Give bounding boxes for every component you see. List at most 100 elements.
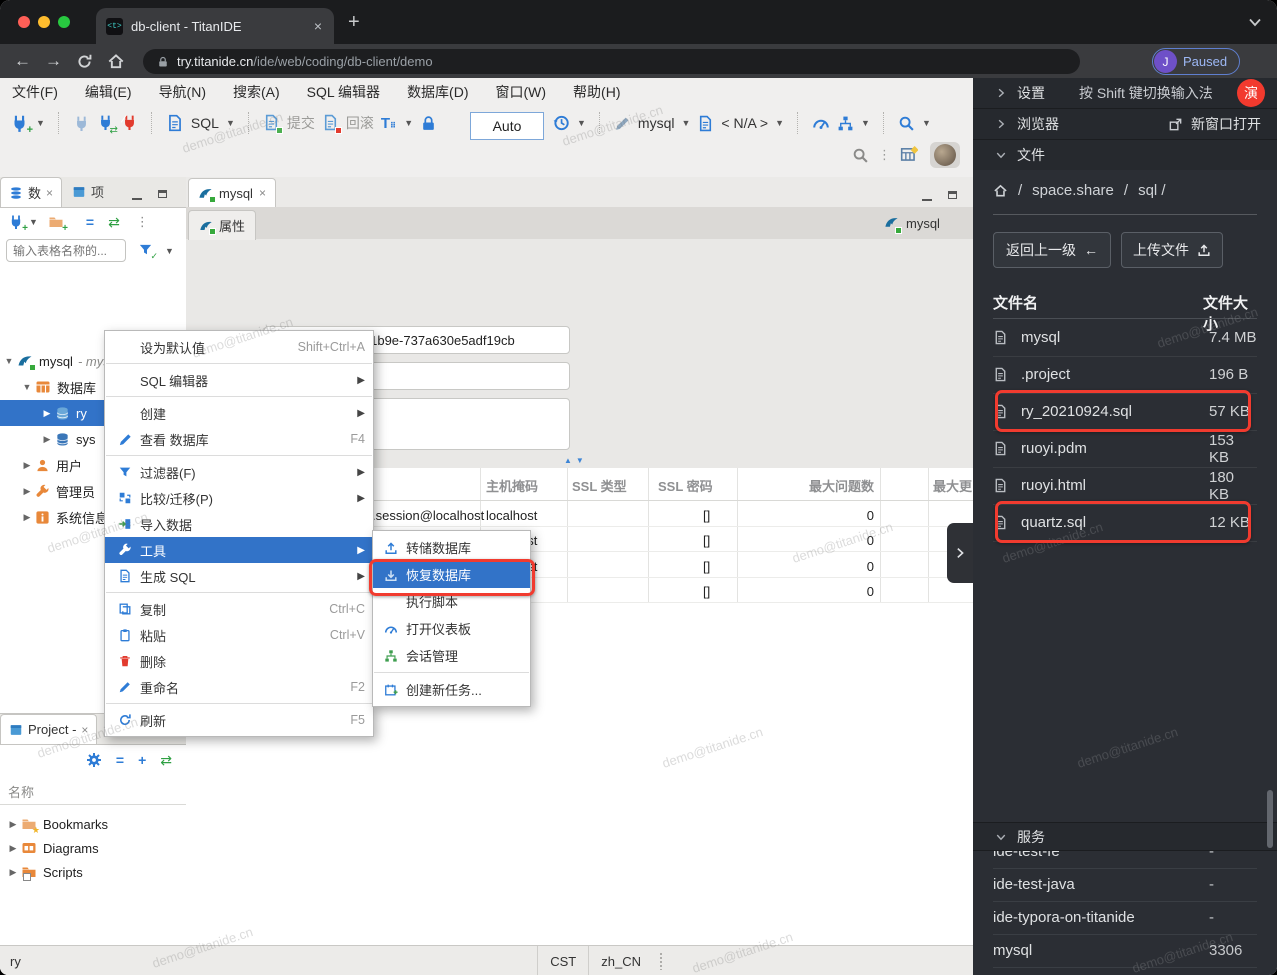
project-node-bookmarks[interactable]: ▶ ★ Bookmarks bbox=[0, 811, 186, 837]
file-row-ruoyi-html[interactable]: ruoyi.html 180 KB bbox=[993, 467, 1257, 505]
menu-edit[interactable]: 编辑(E) bbox=[85, 82, 132, 102]
rollback-button[interactable]: 回滚 bbox=[346, 113, 374, 133]
new-connection-icon[interactable]: + bbox=[10, 114, 33, 136]
file-row-mysql[interactable]: mysql 7.4 MB bbox=[993, 319, 1257, 357]
minimize-panel-icon[interactable] bbox=[132, 187, 142, 205]
quick-search-icon[interactable] bbox=[852, 147, 869, 164]
search-dropdown-icon[interactable]: ▼ bbox=[922, 118, 931, 128]
new-script-icon[interactable] bbox=[263, 114, 283, 134]
file-row-project[interactable]: .project 196 B bbox=[993, 356, 1257, 394]
menu-sql-editor[interactable]: SQL 编辑器 bbox=[307, 82, 380, 102]
transaction-log-icon[interactable] bbox=[552, 114, 570, 132]
tab-close-icon[interactable]: × bbox=[81, 723, 88, 737]
menu-navigate[interactable]: 导航(N) bbox=[159, 82, 206, 102]
menu-item-refresh[interactable]: 刷新 F5 bbox=[105, 707, 373, 733]
browser-row[interactable]: 浏览器 新窗口打开 bbox=[973, 109, 1277, 140]
browser-tab[interactable]: <t> db-client - TitanIDE × bbox=[96, 8, 334, 44]
files-section-row[interactable]: 文件 bbox=[973, 140, 1277, 170]
filter-dropdown-icon[interactable]: ▼ bbox=[165, 246, 174, 256]
cell-maxq[interactable]: 0 bbox=[790, 508, 874, 523]
dashboard-icon[interactable] bbox=[812, 114, 830, 132]
sql-dropdown-icon[interactable]: ▼ bbox=[226, 118, 235, 128]
crumb-sql[interactable]: sql / bbox=[1138, 182, 1166, 199]
file-row-quartz-sql[interactable]: quartz.sql 12 KB bbox=[993, 504, 1257, 542]
traffic-light-minimize[interactable] bbox=[38, 16, 50, 28]
transaction-mode-icon[interactable]: T⠿ bbox=[381, 115, 397, 132]
sql-script-icon[interactable] bbox=[166, 114, 184, 132]
cell-ssl[interactable]: [] bbox=[703, 508, 710, 523]
maximize-editor-icon[interactable] bbox=[948, 186, 957, 204]
home-icon[interactable] bbox=[993, 183, 1008, 198]
file-row-ry-sql[interactable]: ry_20210924.sql 57 KB bbox=[993, 393, 1257, 431]
menu-item-tools[interactable]: 工具 ▶ bbox=[105, 537, 373, 563]
subtab-properties[interactable]: 属性 bbox=[188, 210, 257, 240]
cell-ssl[interactable]: [] bbox=[703, 559, 710, 574]
submenu-item-dump-database[interactable]: 转储数据库 bbox=[373, 534, 530, 561]
menu-item-paste[interactable]: 粘贴 Ctrl+V bbox=[105, 622, 373, 648]
commit-button[interactable]: 提交 bbox=[287, 113, 315, 133]
menu-item-rename[interactable]: 重命名 F2 bbox=[105, 674, 373, 700]
commit-mode-select[interactable]: Auto bbox=[470, 112, 544, 140]
cell-maxq[interactable]: 0 bbox=[790, 533, 874, 548]
navigator-kebab-icon[interactable]: ⋮ bbox=[136, 214, 149, 230]
back-parent-button[interactable]: 返回上一级 ← bbox=[993, 232, 1111, 268]
col-max-questions[interactable]: 最大问题数 bbox=[790, 476, 874, 495]
cell-maxq[interactable]: 0 bbox=[790, 559, 874, 574]
new-folder-icon[interactable]: + bbox=[48, 213, 68, 234]
cell-ssl[interactable]: [] bbox=[703, 584, 710, 599]
toolbar-kebab-icon[interactable]: ⋮ bbox=[878, 147, 891, 163]
address-bar[interactable]: try.titanide.cn/ide/web/coding/db-client… bbox=[143, 49, 1080, 74]
services-section-row[interactable]: 服务 bbox=[973, 822, 1277, 851]
navigator-new-connection-icon[interactable]: + bbox=[8, 213, 28, 234]
submenu-item-create-task[interactable]: 创建新任务... bbox=[373, 676, 530, 703]
menu-item-create[interactable]: 创建 ▶ bbox=[105, 400, 373, 426]
menu-database[interactable]: 数据库(D) bbox=[407, 82, 468, 102]
open-new-window-icon[interactable] bbox=[1168, 117, 1183, 132]
rollback-icon[interactable] bbox=[322, 114, 342, 134]
session-manager-icon[interactable] bbox=[837, 115, 854, 132]
tab-projects[interactable]: 项 bbox=[64, 177, 112, 206]
lock-toolbar-icon[interactable] bbox=[420, 115, 437, 132]
menu-item-sql-editor[interactable]: SQL 编辑器 ▶ bbox=[105, 367, 373, 393]
submenu-item-session-manager[interactable]: 会话管理 bbox=[373, 642, 530, 669]
reconnect-icon[interactable]: ⇄ bbox=[97, 114, 118, 136]
project-node-diagrams[interactable]: ▶ Diagrams bbox=[0, 835, 186, 861]
navigator-connection-dropdown-icon[interactable]: ▼ bbox=[29, 217, 38, 227]
new-connection-dropdown-icon[interactable]: ▼ bbox=[36, 118, 45, 128]
forward-icon[interactable]: → bbox=[45, 51, 62, 71]
service-row-ide-test-fe[interactable]: ide-test-fe - bbox=[993, 851, 1257, 869]
tab-close-icon[interactable]: × bbox=[312, 18, 324, 34]
submenu-item-open-dashboard[interactable]: 打开仪表板 bbox=[373, 615, 530, 642]
history-dropdown-icon[interactable]: ▼ bbox=[577, 118, 586, 128]
reload-icon[interactable] bbox=[76, 53, 93, 70]
crumb-space-share[interactable]: space.share bbox=[1032, 182, 1114, 199]
home-icon[interactable] bbox=[107, 52, 125, 70]
services-scrollbar[interactable] bbox=[1267, 790, 1273, 848]
cell-maxq[interactable]: 0 bbox=[790, 584, 874, 599]
menu-file[interactable]: 文件(F) bbox=[12, 82, 58, 102]
filter-config-icon[interactable]: ✓ bbox=[138, 241, 158, 261]
menu-help[interactable]: 帮助(H) bbox=[573, 82, 620, 102]
service-row-ide-typora[interactable]: ide-typora-on-titanide - bbox=[993, 901, 1257, 935]
service-row-ide-test-java[interactable]: ide-test-java - bbox=[993, 868, 1257, 902]
splitter-arrows-icon[interactable]: ▲▼ bbox=[564, 456, 588, 465]
status-timezone[interactable]: CST bbox=[537, 946, 588, 975]
user-avatar-button[interactable] bbox=[930, 142, 960, 168]
col-host-mask[interactable]: 主机掩码 bbox=[486, 476, 538, 495]
file-row-ruoyi-pdm[interactable]: ruoyi.pdm 153 KB bbox=[993, 430, 1257, 468]
profile-chip[interactable]: J Paused bbox=[1152, 48, 1241, 75]
menu-item-delete[interactable]: 删除 bbox=[105, 648, 373, 674]
col-ssl-type[interactable]: SSL 类型 bbox=[572, 476, 627, 495]
tab-project[interactable]: Project - × bbox=[0, 714, 98, 744]
project-expand-icon[interactable]: + bbox=[138, 752, 146, 768]
upload-file-button[interactable]: 上传文件 bbox=[1121, 232, 1223, 268]
menu-item-view-database[interactable]: 查看 数据库 F4 bbox=[105, 426, 373, 452]
menu-item-set-default[interactable]: 设为默认值 Shift+Ctrl+A bbox=[105, 334, 373, 360]
col-ssl-cipher[interactable]: SSL 密码 bbox=[658, 476, 713, 495]
admin-dropdown-icon[interactable]: ▼ bbox=[861, 118, 870, 128]
cell-user[interactable]: .session@localhost bbox=[372, 508, 484, 523]
menu-item-copy[interactable]: 复制 Ctrl+C bbox=[105, 596, 373, 622]
cell-ssl[interactable]: [] bbox=[703, 533, 710, 548]
menu-item-import-data[interactable]: 导入数据 bbox=[105, 511, 373, 537]
database-dropdown-icon[interactable]: ▼ bbox=[775, 118, 784, 128]
